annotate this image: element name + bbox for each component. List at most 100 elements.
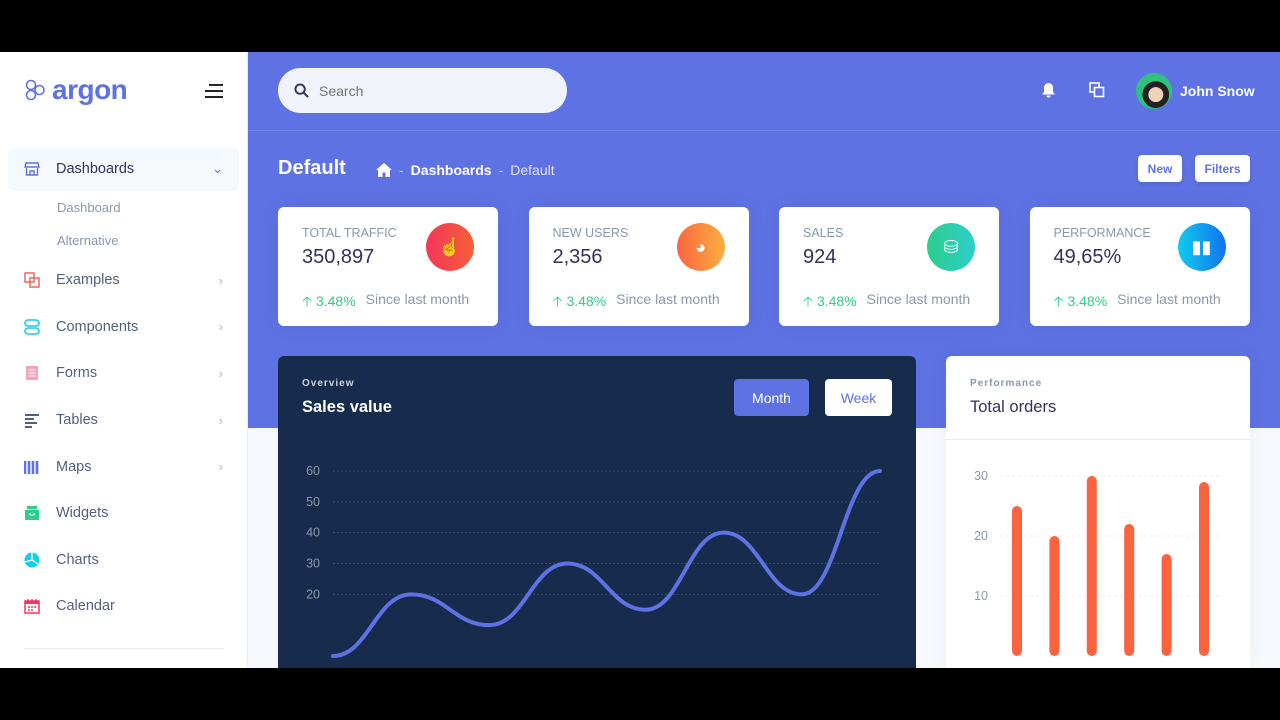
- sidebar: argon Dashboards ⌄ Dashboard Alternative …: [0, 52, 248, 668]
- stat-title: Sales: [803, 226, 844, 240]
- home-icon[interactable]: [376, 163, 392, 177]
- sidebar-item-components[interactable]: Components ›: [8, 304, 239, 351]
- stat-change: 3.48%: [816, 293, 857, 309]
- user-menu[interactable]: John Snow: [1136, 73, 1255, 109]
- map-icon: [24, 459, 40, 475]
- search-icon: [294, 83, 309, 98]
- sidebar-item-label: Widgets: [56, 505, 109, 522]
- breadcrumb-separator: -: [399, 162, 404, 178]
- sidebar-item-label: Examples: [56, 272, 120, 289]
- sidebar-item-label: Calendar: [56, 598, 115, 615]
- stat-since: Since last month: [1117, 291, 1221, 307]
- stat-since: Since last month: [866, 291, 971, 307]
- sidebar-item-dashboards[interactable]: Dashboards ⌄: [8, 147, 239, 191]
- sales-value-card: Overview Sales value Month Week 60 50 40 30…: [278, 356, 916, 668]
- money-coins-icon: ⛁: [927, 223, 975, 271]
- bar: [1012, 506, 1022, 656]
- y-tick-label: 30: [974, 469, 988, 483]
- page-title: Default: [278, 157, 346, 179]
- bar: [1049, 536, 1060, 656]
- sidebar-item-forms[interactable]: Forms ›: [8, 350, 239, 397]
- sidebar-item-label: Dashboards: [56, 161, 135, 177]
- y-tick-label: 50: [306, 495, 320, 509]
- arrow-up-icon: 🡡: [302, 293, 313, 309]
- brand-name: argon: [52, 74, 128, 105]
- ungroup-icon: [24, 272, 40, 289]
- total-orders-card: Performance Total orders 30 20 10: [946, 356, 1250, 668]
- list-67-icon[interactable]: [1089, 82, 1105, 103]
- header-divider: [248, 130, 1280, 131]
- sidebar-item-label: Components: [56, 318, 139, 335]
- stat-value: 49,65%: [1053, 246, 1122, 268]
- breadcrumb-default: Default: [510, 162, 555, 178]
- stat-card-sales: Sales 924 ⛁ 🡡 3.48% Since last month: [779, 207, 999, 326]
- sidebar-item-examples[interactable]: Examples ›: [8, 257, 239, 304]
- sidebar-item-tables[interactable]: Tables ›: [8, 397, 239, 444]
- stat-card-performance: Performance 49,65% ▮▮ 🡡 3.48% Since last …: [1029, 207, 1250, 326]
- y-tick-label: 30: [306, 557, 320, 571]
- chevron-right-icon: ›: [218, 459, 223, 475]
- chart-pie-icon: ◕: [676, 223, 725, 271]
- stat-value: 924: [803, 246, 837, 268]
- y-tick-label: 20: [306, 587, 320, 601]
- argon-logo-icon: [25, 79, 45, 101]
- stat-card-new-users: New users 2,356 ◕ 🡡 3.48% Since last mont…: [528, 207, 749, 326]
- sidebar-subitem-alternative[interactable]: Alternative: [8, 224, 239, 257]
- arrow-up-icon: 🡡: [552, 293, 563, 309]
- bell-icon[interactable]: [1041, 82, 1056, 103]
- search-input[interactable]: [319, 82, 539, 99]
- sidenav-toggle-icon[interactable]: [205, 84, 223, 102]
- filters-button[interactable]: Filters: [1195, 155, 1250, 182]
- stat-title: New users: [552, 226, 629, 240]
- stat-since: Since last month: [616, 291, 720, 307]
- stat-value: 350,897: [302, 246, 375, 268]
- sales-line-chart: 60 50 40 30 20: [306, 464, 882, 658]
- breadcrumb-separator: -: [498, 162, 504, 178]
- bar: [1161, 554, 1172, 656]
- stat-title: Performance: [1053, 226, 1151, 240]
- hand-pointer-icon: ☝: [426, 223, 474, 271]
- brand-logo[interactable]: argon: [24, 74, 128, 106]
- calendar-icon: [24, 598, 40, 615]
- y-tick-label: 10: [974, 589, 988, 603]
- sidebar-nav: Dashboards ⌄ Dashboard Alternative Exampl…: [8, 147, 239, 630]
- pie-chart-icon: [24, 552, 40, 568]
- sidebar-item-label: Forms: [56, 365, 98, 382]
- sidebar-item-charts[interactable]: Charts: [8, 537, 239, 584]
- sidebar-item-label: Charts: [56, 551, 99, 568]
- stat-change: 3.48%: [1067, 293, 1108, 309]
- align-left-icon: [24, 412, 40, 428]
- arrow-up-icon: 🡡: [1053, 293, 1064, 309]
- chevron-right-icon: ›: [218, 319, 223, 335]
- sidebar-item-calendar[interactable]: Calendar: [8, 583, 239, 630]
- stat-change: 3.48%: [315, 293, 356, 309]
- sidebar-item-widgets[interactable]: Widgets: [8, 490, 239, 537]
- sidebar-item-label: Maps: [56, 458, 92, 475]
- bar: [1086, 476, 1097, 656]
- app: argon Dashboards ⌄ Dashboard Alternative …: [0, 52, 1280, 668]
- chevron-right-icon: ›: [218, 272, 223, 288]
- search-bar[interactable]: [278, 68, 567, 113]
- sidebar-subitem-dashboard[interactable]: Dashboard: [8, 191, 239, 224]
- sidebar-item-maps[interactable]: Maps ›: [8, 443, 239, 490]
- stat-since: Since last month: [365, 291, 470, 307]
- y-tick-label: 60: [306, 464, 320, 478]
- single-copy-icon: [24, 365, 40, 381]
- breadcrumb: - Dashboards - Default: [376, 162, 555, 178]
- y-tick-label: 20: [974, 529, 988, 543]
- stat-change: 3.48%: [566, 293, 607, 309]
- user-name: John Snow: [1180, 83, 1255, 99]
- bar: [1199, 482, 1209, 656]
- orders-bar-chart: 30 20 10: [974, 469, 1222, 656]
- chevron-right-icon: ›: [218, 365, 223, 381]
- avatar: [1136, 73, 1172, 109]
- stat-value: 2,356: [552, 246, 603, 268]
- new-button[interactable]: New: [1138, 155, 1182, 182]
- breadcrumb-dashboards[interactable]: Dashboards: [411, 162, 492, 178]
- chevron-right-icon: ›: [218, 412, 223, 428]
- sidebar-item-label: Tables: [56, 412, 98, 429]
- stat-title: Total traffic: [302, 226, 397, 240]
- sidebar-divider: [24, 648, 224, 649]
- chevron-down-icon: ⌄: [212, 161, 223, 176]
- chart-bar-icon: ▮▮: [1177, 223, 1226, 271]
